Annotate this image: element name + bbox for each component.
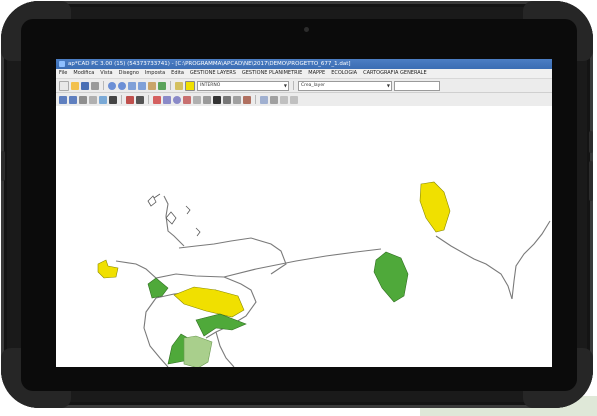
node-icon[interactable] [243, 95, 251, 104]
menu-item-ecologia[interactable]: ECOLOGIA [331, 69, 357, 78]
polygon-yellow[interactable] [419, 181, 451, 233]
print-icon[interactable] [91, 81, 99, 90]
linetype-select[interactable] [394, 80, 440, 91]
layer-select[interactable]: INTERNO ▼ [197, 80, 289, 91]
arc-icon[interactable] [183, 95, 191, 104]
menu-item-vista[interactable]: Vista [100, 69, 112, 78]
boundary-line [178, 237, 287, 275]
style-select-value: Crea_layer [301, 82, 325, 88]
chevron-down-icon: ▼ [386, 82, 390, 88]
rotate-icon[interactable] [193, 95, 201, 104]
side-button [1, 151, 5, 181]
sketch-mark [147, 193, 161, 207]
layer-down-icon[interactable] [290, 95, 298, 104]
boundary-line [215, 331, 235, 367]
toolbar-main: INTERNO ▼ Crea_layer ▼ [56, 79, 552, 93]
grid-icon[interactable] [59, 95, 67, 104]
polyline-icon[interactable] [163, 95, 171, 104]
toolbar-separator [148, 95, 149, 104]
import-icon[interactable] [109, 95, 117, 104]
style-select[interactable]: Crea_layer ▼ [298, 80, 392, 91]
select-icon[interactable] [126, 95, 134, 104]
toolbar-separator [121, 95, 122, 104]
ortho-icon[interactable] [79, 95, 87, 104]
menu-item-cartografia[interactable]: CARTOGRAFIA GENERALE [363, 69, 427, 78]
snap-icon[interactable] [69, 95, 77, 104]
menu-item-modifica[interactable]: Modifica [73, 69, 94, 78]
measure-icon[interactable] [223, 95, 231, 104]
line-icon[interactable] [153, 95, 161, 104]
menu-item-imposta[interactable]: Imposta [145, 69, 165, 78]
export-icon[interactable] [99, 95, 107, 104]
menu-item-gestione-planimetrie[interactable]: GESTIONE PLANIMETRIE [242, 69, 302, 78]
color-icon[interactable] [185, 80, 195, 91]
cursor-icon[interactable] [136, 95, 144, 104]
sketch-mark [185, 205, 191, 215]
toolbar-separator [255, 95, 256, 104]
open-folder-icon[interactable] [71, 81, 79, 90]
menu-item-file[interactable]: File [59, 69, 67, 78]
zoom-out-icon[interactable] [118, 81, 126, 90]
polygon-green[interactable] [147, 277, 169, 299]
sketch-marks [147, 193, 201, 237]
toolbar-draw [56, 93, 552, 107]
polygon-yellow[interactable] [173, 286, 245, 318]
layer-icon[interactable] [175, 81, 183, 90]
toolbar-separator [170, 81, 171, 90]
menu-item-edita[interactable]: Edita [171, 69, 184, 78]
window-title: ap*CAD PC 3.00 (15) (54373733741) - [C:\… [68, 61, 351, 67]
new-file-icon[interactable] [59, 80, 69, 91]
sketch-mark [195, 227, 201, 237]
area-icon[interactable] [233, 95, 241, 104]
power-button [589, 131, 593, 153]
layer-up-icon[interactable] [280, 95, 288, 104]
menu-bar: File Modifica Vista Disegno Imposta Edit… [56, 69, 552, 79]
boundary-line [511, 220, 551, 300]
polygon-yellow[interactable] [97, 259, 119, 279]
volume-button [589, 161, 593, 201]
map-canvas[interactable] [56, 106, 552, 367]
refresh-icon[interactable] [158, 81, 166, 90]
layer-select-value: INTERNO [200, 82, 221, 88]
polygons [97, 181, 451, 367]
polygon-green[interactable] [373, 251, 409, 303]
window-titlebar: ap*CAD PC 3.00 (15) (54373733741) - [C:\… [56, 59, 552, 69]
menu-item-gestione-layers[interactable]: GESTIONE LAYERS [190, 69, 236, 78]
boundary-line [435, 235, 513, 300]
pencil-icon[interactable] [260, 95, 268, 104]
app-screen: ap*CAD PC 3.00 (15) (54373733741) - [C:\… [56, 59, 552, 367]
move-icon[interactable] [203, 95, 211, 104]
zoom-in-icon[interactable] [108, 81, 116, 90]
chevron-down-icon: ▼ [283, 82, 287, 88]
boundary-line [115, 248, 382, 279]
erase-icon[interactable] [270, 95, 278, 104]
zoom-window-icon[interactable] [128, 81, 136, 90]
app-logo-icon [59, 61, 65, 67]
circle-icon[interactable] [173, 95, 181, 104]
save-icon[interactable] [81, 81, 89, 90]
front-camera-icon [304, 27, 309, 32]
zoom-all-icon[interactable] [138, 81, 146, 90]
pan-icon[interactable] [148, 81, 156, 90]
toolbar-separator [103, 81, 104, 90]
text-icon[interactable] [213, 95, 221, 104]
sketch-mark [165, 211, 177, 225]
polygon-green[interactable] [195, 313, 247, 337]
boundary-line [143, 297, 169, 367]
table-icon[interactable] [89, 95, 97, 104]
menu-item-disegno[interactable]: Disegno [119, 69, 139, 78]
polygon-light-green[interactable] [183, 335, 213, 367]
menu-item-mappe[interactable]: MAPPE [308, 69, 325, 78]
toolbar-separator [293, 81, 294, 90]
